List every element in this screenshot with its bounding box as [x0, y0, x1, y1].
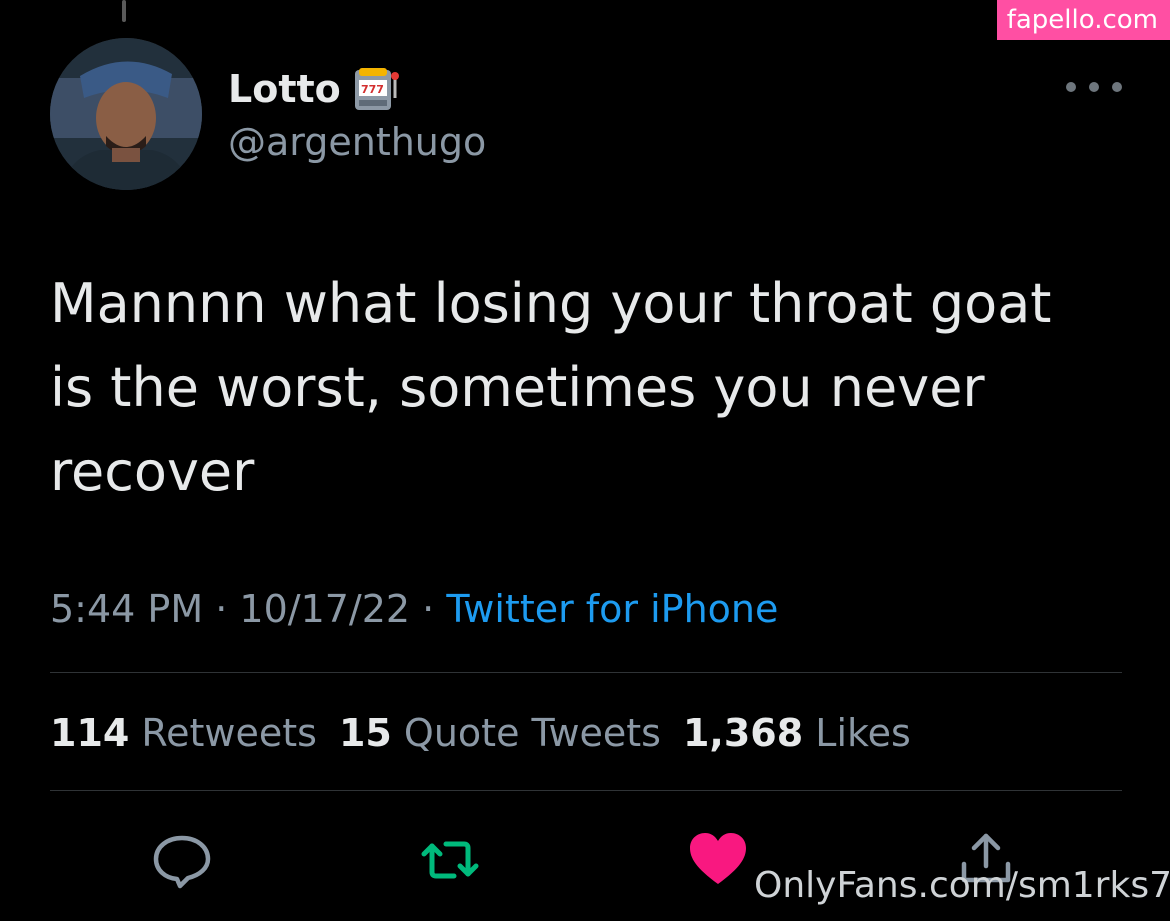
slot-machine-icon: 777 [351, 64, 401, 114]
watermark-text: OnlyFans.com/sm1rks76 [754, 865, 1170, 906]
retweets-count: 114 [50, 711, 130, 755]
retweets-label: Retweets [141, 711, 317, 755]
likes-stat[interactable]: 1,368 Likes [683, 711, 911, 755]
meta-separator: · [215, 587, 228, 631]
retweet-button[interactable] [418, 828, 482, 892]
svg-text:777: 777 [361, 83, 384, 96]
meta-separator: · [422, 587, 435, 631]
quotes-stat[interactable]: 15 Quote Tweets [339, 711, 661, 755]
watermark-badge: fapello.com [996, 0, 1170, 40]
display-name[interactable]: Lotto [228, 65, 341, 113]
likes-count: 1,368 [682, 711, 804, 755]
tweet-stats: 114 Retweets 15 Quote Tweets 1,368 Likes [50, 708, 911, 758]
more-options-icon[interactable] [1066, 72, 1122, 102]
tweet-date[interactable]: 10/17/22 [239, 587, 410, 631]
thread-connector-line [122, 0, 126, 22]
author-name-row[interactable]: Lotto 777 [228, 64, 401, 114]
avatar[interactable] [50, 38, 202, 190]
quotes-count: 15 [338, 711, 392, 755]
retweet-icon [421, 841, 479, 879]
retweets-stat[interactable]: 114 Retweets [50, 711, 317, 755]
divider [50, 672, 1122, 673]
tweet-source-link[interactable]: Twitter for iPhone [446, 587, 778, 631]
like-button[interactable] [686, 828, 750, 892]
quotes-label: Quote Tweets [403, 711, 661, 755]
tweet-text: Mannnn what losing your throat goat is t… [50, 272, 1052, 503]
likes-label: Likes [815, 711, 911, 755]
tweet-time[interactable]: 5:44 PM [50, 587, 203, 631]
divider [50, 790, 1122, 791]
reply-button[interactable] [150, 828, 214, 892]
reply-icon [153, 835, 211, 889]
heart-icon [690, 833, 746, 884]
author-handle[interactable]: @argenthugo [228, 118, 486, 166]
tweet-meta: 5:44 PM · 10/17/22 · Twitter for iPhone [50, 584, 778, 634]
